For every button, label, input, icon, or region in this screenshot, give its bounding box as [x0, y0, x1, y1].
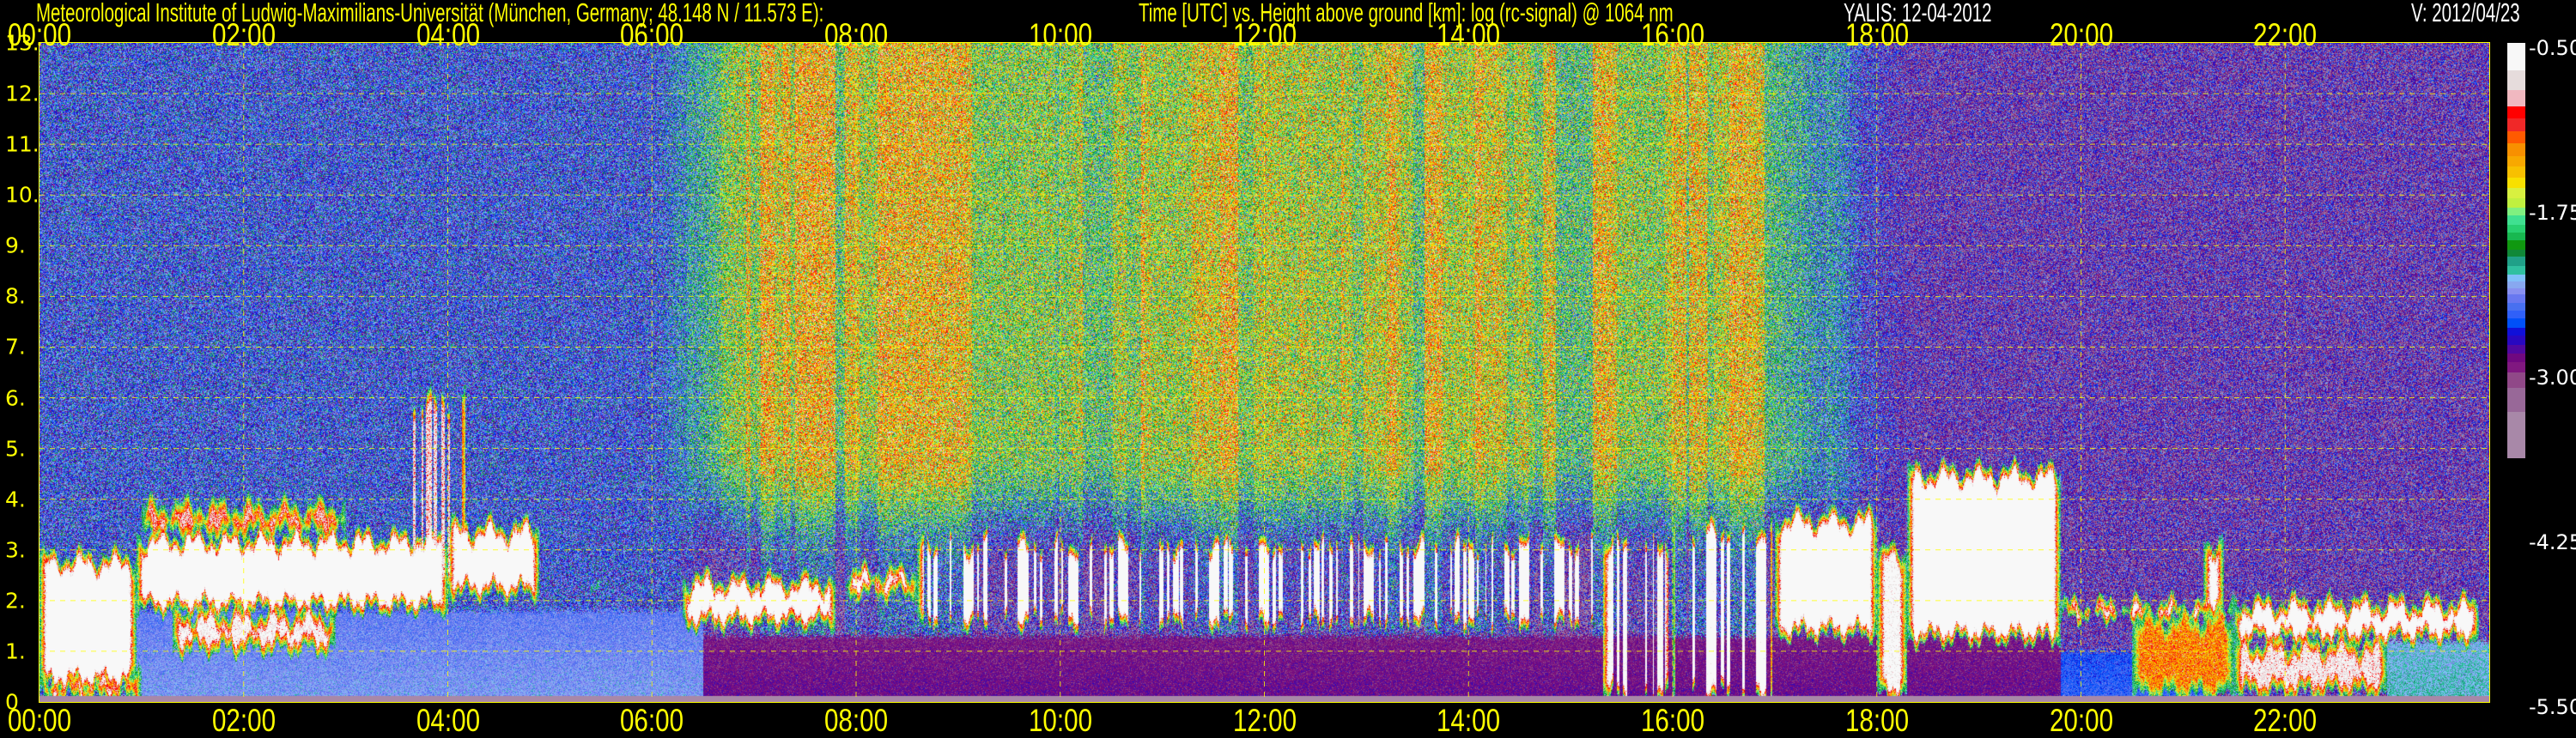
x-tick-label-bottom: 12:00	[1232, 703, 1297, 738]
y-tick-label: 12.	[5, 81, 39, 106]
x-tick-label-top: 08:00	[823, 17, 889, 52]
colorbar-segment	[2507, 412, 2525, 459]
x-tick-label-bottom: 04:00	[416, 703, 480, 738]
colorbar-segment	[2507, 372, 2525, 389]
y-tick-label: 10.	[5, 182, 39, 208]
colorbar-segment	[2507, 256, 2525, 267]
colorbar-segment	[2507, 187, 2525, 199]
colorbar-segment	[2507, 43, 2525, 71]
colorbar-segment	[2507, 388, 2525, 413]
x-tick-label-top: 14:00	[1437, 17, 1501, 52]
x-tick-label-top: 02:00	[211, 17, 276, 52]
colorbar-segment	[2507, 198, 2525, 209]
y-tick-label: 11.	[5, 131, 39, 157]
y-tick-label: 3.	[5, 537, 26, 563]
y-tick-label: 7.	[5, 334, 26, 360]
colorbar-tick-label: -0.50	[2529, 36, 2576, 60]
x-tick-label-top: 10:00	[1028, 17, 1092, 52]
colorbar-segment	[2507, 335, 2525, 346]
colorbar-segment	[2507, 318, 2525, 329]
colorbar-segment	[2507, 215, 2525, 226]
colorbar-tick-label: -4.25	[2529, 530, 2576, 554]
x-tick-label-bottom: 18:00	[1844, 703, 1909, 738]
x-tick-label-bottom: 02:00	[211, 703, 276, 738]
y-tick-label: 5.	[5, 436, 26, 462]
x-tick-label-bottom: 16:00	[1640, 703, 1705, 738]
x-tick-label-bottom: 08:00	[823, 703, 889, 738]
colorbar-segment	[2507, 156, 2525, 167]
colorbar-segment	[2507, 177, 2525, 189]
colorbar-segment	[2507, 70, 2525, 91]
x-tick-label-top: 16:00	[1640, 17, 1705, 52]
x-tick-label-top: 22:00	[2253, 17, 2318, 52]
y-tick-label: 6.	[5, 385, 26, 411]
x-tick-label-bottom: 10:00	[1028, 703, 1092, 738]
colorbar-segment	[2507, 106, 2525, 119]
colorbar-tick-label: -3.00	[2529, 366, 2576, 390]
version-label: V: 2012/04/23	[2411, 0, 2520, 27]
colorbar-segment	[2507, 240, 2525, 251]
x-tick-label-top: 20:00	[2049, 17, 2113, 52]
colorbar-segment	[2507, 130, 2525, 144]
y-tick-label: 9.	[5, 233, 26, 258]
y-tick-label: 8.	[5, 283, 26, 309]
grid	[39, 43, 2489, 702]
colorbar-segment	[2507, 118, 2525, 132]
colorbar-tick-label: -1.75	[2529, 201, 2576, 225]
x-tick-label-top: 12:00	[1232, 17, 1297, 52]
x-tick-label-top: 06:00	[620, 17, 684, 52]
colorbar-segment	[2507, 166, 2525, 178]
y-tick-label: 13.	[5, 30, 39, 56]
x-tick-label-bottom: 22:00	[2253, 703, 2318, 738]
y-tick-label: 1.	[5, 638, 26, 664]
x-tick-label-top: 18:00	[1844, 17, 1909, 52]
lidar-heatmap	[39, 43, 2489, 702]
colorbar-segment	[2507, 361, 2525, 373]
y-tick-label: 4.	[5, 487, 26, 512]
y-tick-label: 2.	[5, 588, 26, 614]
colorbar-segment	[2507, 142, 2525, 157]
colorbar-segment	[2507, 265, 2525, 275]
y-tick-label: 0	[5, 689, 19, 715]
x-tick-label-bottom: 06:00	[620, 703, 684, 738]
colorbar-segment	[2507, 90, 2525, 107]
x-tick-label-bottom: 20:00	[2049, 703, 2113, 738]
colorbar-tick-label: -5.50	[2529, 695, 2576, 719]
x-tick-label-bottom: 14:00	[1437, 703, 1501, 738]
colorbar	[2507, 43, 2525, 702]
colorbar-segment	[2507, 344, 2525, 354]
chart-title: Time [UTC] vs. Height above ground [km]:…	[1139, 0, 1674, 27]
x-tick-label-top: 04:00	[416, 17, 480, 52]
